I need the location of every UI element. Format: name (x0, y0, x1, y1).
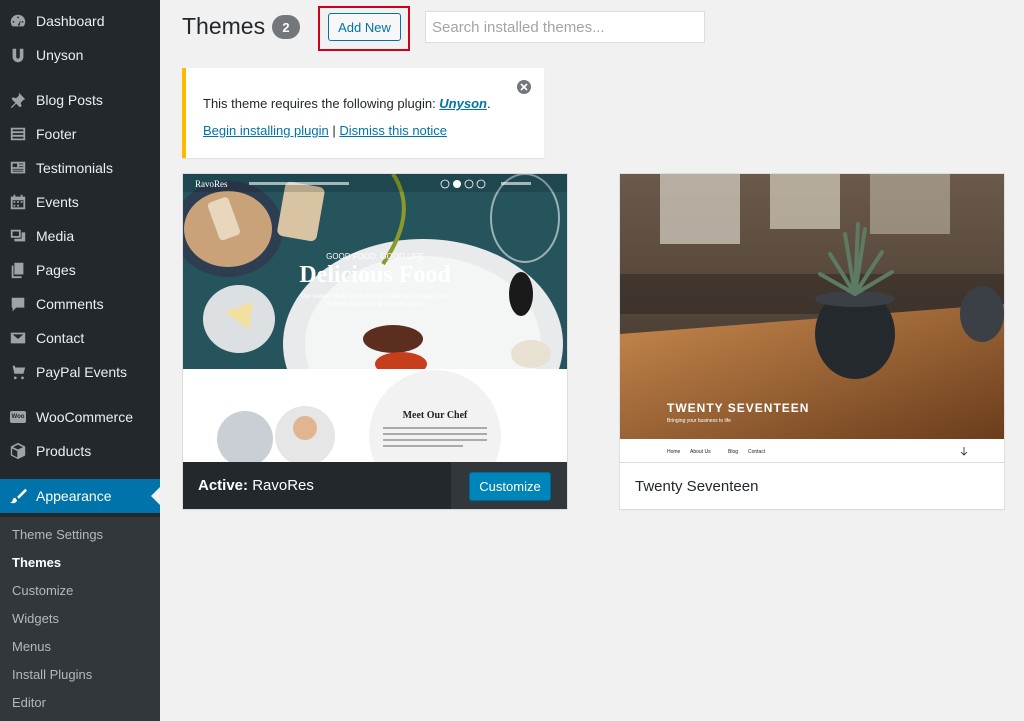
box-icon (0, 442, 36, 460)
testimonials-icon (0, 159, 36, 177)
sidebar-item-woocommerce[interactable]: Woo WooCommerce (0, 400, 160, 434)
theme-card-twenty-seventeen[interactable]: TWENTY SEVENTEEN Bringing your business … (619, 173, 1005, 510)
sidebar-item-label: Contact (36, 330, 85, 346)
sidebar-item-appearance[interactable]: Appearance (0, 479, 160, 513)
preview-headline: Delicious Food (299, 262, 451, 288)
submenu-widgets[interactable]: Widgets (12, 611, 59, 626)
brush-icon (0, 487, 36, 505)
preview-nav-home: Home (667, 449, 681, 455)
dismiss-notice-link[interactable]: Dismiss this notice (339, 123, 447, 138)
submenu-menus[interactable]: Menus (12, 639, 51, 654)
theme-name: RavoRes (252, 477, 314, 494)
sidebar-item-testimonials[interactable]: Testimonials (0, 151, 160, 185)
notice-text-before: This theme requires the following plugin… (203, 96, 440, 111)
customize-button[interactable]: Customize (469, 472, 551, 501)
begin-installing-plugin-link[interactable]: Begin installing plugin (203, 123, 329, 138)
submenu-install-plugins[interactable]: Install Plugins (12, 667, 92, 682)
notice-actions: Begin installing plugin | Dismiss this n… (203, 123, 447, 138)
notice-plugin-link[interactable]: Unyson (439, 96, 487, 111)
active-theme-bar: Active: RavoRes Customize (183, 462, 567, 509)
preview-logo: RavoRes (195, 179, 228, 189)
search-installed-themes-input[interactable] (425, 11, 705, 43)
comment-icon (0, 295, 36, 313)
sidebar-item-label: Media (36, 228, 75, 244)
preview-tagline: Bringing your business to life (667, 418, 731, 424)
preview-subline-2: freshest food from all over the world (327, 302, 422, 308)
dismiss-icon[interactable] (517, 80, 531, 94)
woo-badge: Woo (9, 411, 27, 423)
notice-message: This theme requires the following plugin… (203, 96, 491, 111)
sidebar-item-label: WooCommerce (36, 409, 133, 425)
theme-card-ravores[interactable]: RavoRes GOOD FOOD, GOOD LIFE Delicious F… (182, 173, 568, 510)
plugin-required-notice: This theme requires the following plugin… (182, 68, 544, 158)
sidebar-item-label: Blog Posts (36, 92, 103, 108)
calendar-icon (0, 193, 36, 211)
woocommerce-icon: Woo (0, 411, 36, 423)
pin-icon (0, 91, 36, 109)
submenu-theme-settings[interactable]: Theme Settings (12, 527, 103, 542)
sidebar-item-contact[interactable]: Contact (0, 321, 160, 355)
preview-nav-about: About Us (690, 449, 711, 455)
theme-name-bar: Twenty Seventeen (620, 462, 1004, 509)
unyson-icon (0, 46, 36, 64)
footer-icon (0, 125, 36, 143)
submenu-customize[interactable]: Customize (12, 583, 73, 598)
sidebar-item-comments[interactable]: Comments (0, 287, 160, 321)
sidebar-item-dashboard[interactable]: Dashboard (0, 4, 160, 38)
page-title: Themes (182, 13, 266, 39)
sidebar-item-paypal-events[interactable]: PayPal Events (0, 355, 160, 389)
theme-count-badge: 2 (272, 15, 300, 39)
twenty-seventeen-preview-image: TWENTY SEVENTEEN Bringing your business … (620, 174, 1004, 462)
cart-icon (0, 363, 36, 381)
sidebar-item-label: Testimonials (36, 160, 114, 176)
preview-nav-blog: Blog (728, 449, 738, 455)
notice-text-after: . (486, 96, 491, 111)
pages-icon (0, 261, 36, 279)
submenu-themes[interactable]: Themes (12, 555, 61, 570)
theme-name: Twenty Seventeen (635, 478, 759, 495)
sidebar-item-events[interactable]: Events (0, 185, 160, 219)
media-icon (0, 227, 36, 245)
preview-title: TWENTY SEVENTEEN (667, 401, 809, 415)
active-theme-name: Active: RavoRes (198, 477, 314, 494)
active-indicator-arrow (151, 487, 160, 505)
sidebar-item-label: Comments (36, 296, 104, 312)
preview-nav-contact: Contact (748, 449, 766, 455)
notice-separator: | (328, 123, 340, 138)
submenu-editor[interactable]: Editor (12, 695, 46, 710)
ravores-preview-image: RavoRes GOOD FOOD, GOOD LIFE Delicious F… (183, 174, 567, 462)
preview-subline-1: Our master chefs serve the most deliciou… (301, 294, 450, 300)
appearance-submenu: Theme Settings Themes Customize Widgets … (0, 517, 160, 721)
dashboard-icon (0, 12, 36, 30)
sidebar-item-label: Products (36, 443, 92, 459)
sidebar-item-footer[interactable]: Footer (0, 117, 160, 151)
sidebar-item-label: Appearance (36, 488, 112, 504)
sidebar-item-label: PayPal Events (36, 364, 128, 380)
preview-tagline: GOOD FOOD, GOOD LIFE (326, 252, 424, 261)
sidebar-item-label: Footer (36, 126, 77, 142)
sidebar-item-label: Dashboard (36, 13, 105, 29)
active-prefix: Active: (198, 477, 249, 494)
sidebar-item-products[interactable]: Products (0, 434, 160, 468)
sidebar-item-unyson[interactable]: Unyson (0, 38, 160, 72)
preview-section-title: Meet Our Chef (403, 410, 468, 421)
sidebar-item-blog-posts[interactable]: Blog Posts (0, 83, 160, 117)
mail-icon (0, 329, 36, 347)
sidebar-item-pages[interactable]: Pages (0, 253, 160, 287)
theme-screenshot[interactable]: TWENTY SEVENTEEN Bringing your business … (620, 174, 1004, 462)
sidebar-item-label: Events (36, 194, 79, 210)
sidebar-item-label: Unyson (36, 47, 84, 63)
theme-actions: Customize (451, 462, 567, 509)
theme-screenshot[interactable]: RavoRes GOOD FOOD, GOOD LIFE Delicious F… (183, 174, 567, 462)
sidebar-item-media[interactable]: Media (0, 219, 160, 253)
admin-sidebar: Dashboard Unyson Blog Posts Footer Testi… (0, 0, 160, 721)
add-new-button[interactable]: Add New (328, 13, 401, 41)
sidebar-item-label: Pages (36, 262, 76, 278)
